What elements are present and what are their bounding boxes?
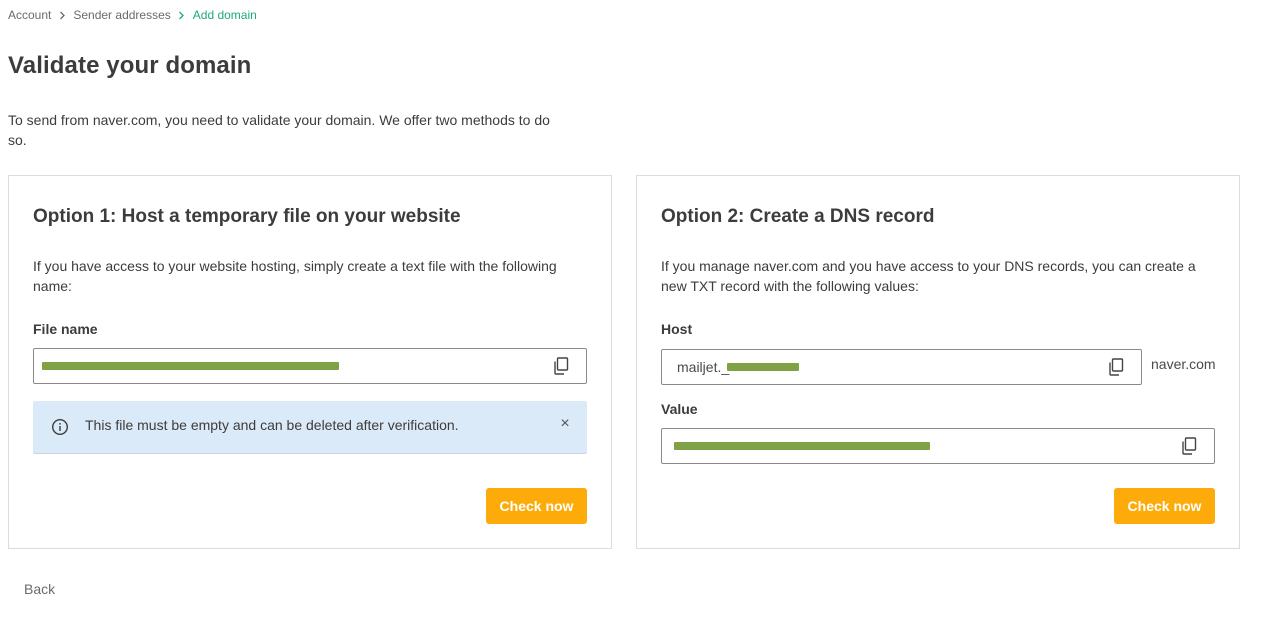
- host-domain-suffix: naver.com: [1151, 356, 1216, 372]
- value-field[interactable]: [661, 428, 1215, 464]
- host-label: Host: [661, 321, 693, 337]
- back-link[interactable]: Back: [24, 581, 55, 597]
- breadcrumb-sender-addresses[interactable]: Sender addresses: [73, 8, 170, 22]
- file-name-field[interactable]: [33, 348, 587, 384]
- option1-card: Option 1: Host a temporary file on your …: [8, 175, 612, 549]
- chevron-right-icon: [171, 11, 193, 20]
- redaction-mark: [727, 363, 799, 371]
- host-value: mailjet._: [677, 359, 730, 375]
- host-field[interactable]: mailjet._: [661, 349, 1142, 385]
- option2-card: Option 2: Create a DNS record If you man…: [636, 175, 1240, 549]
- option2-description: If you manage naver.com and you have acc…: [661, 258, 1196, 294]
- option1-check-now-button[interactable]: Check now: [486, 488, 587, 524]
- redaction-mark: [674, 442, 930, 450]
- page-intro: To send from naver.com, you need to vali…: [8, 112, 550, 148]
- copy-icon[interactable]: [1180, 437, 1198, 455]
- chevron-right-icon: [51, 11, 73, 20]
- breadcrumb: Account Sender addresses Add domain: [8, 8, 257, 22]
- option1-description: If you have access to your website hosti…: [33, 258, 557, 294]
- value-label: Value: [661, 401, 698, 417]
- breadcrumb-add-domain[interactable]: Add domain: [193, 8, 257, 22]
- page-title: Validate your domain: [8, 52, 252, 79]
- option2-title: Option 2: Create a DNS record: [661, 206, 935, 227]
- info-notice: This file must be empty and can be delet…: [33, 401, 587, 453]
- copy-icon[interactable]: [1107, 358, 1125, 376]
- info-icon: [51, 418, 69, 436]
- option2-check-now-button[interactable]: Check now: [1114, 488, 1215, 524]
- redaction-mark: [42, 362, 339, 370]
- file-name-label: File name: [33, 321, 98, 337]
- option1-title: Option 1: Host a temporary file on your …: [33, 206, 461, 227]
- info-text: This file must be empty and can be delet…: [85, 417, 459, 433]
- copy-icon[interactable]: [552, 357, 570, 375]
- breadcrumb-account[interactable]: Account: [8, 8, 51, 22]
- close-icon[interactable]: ×: [559, 415, 571, 433]
